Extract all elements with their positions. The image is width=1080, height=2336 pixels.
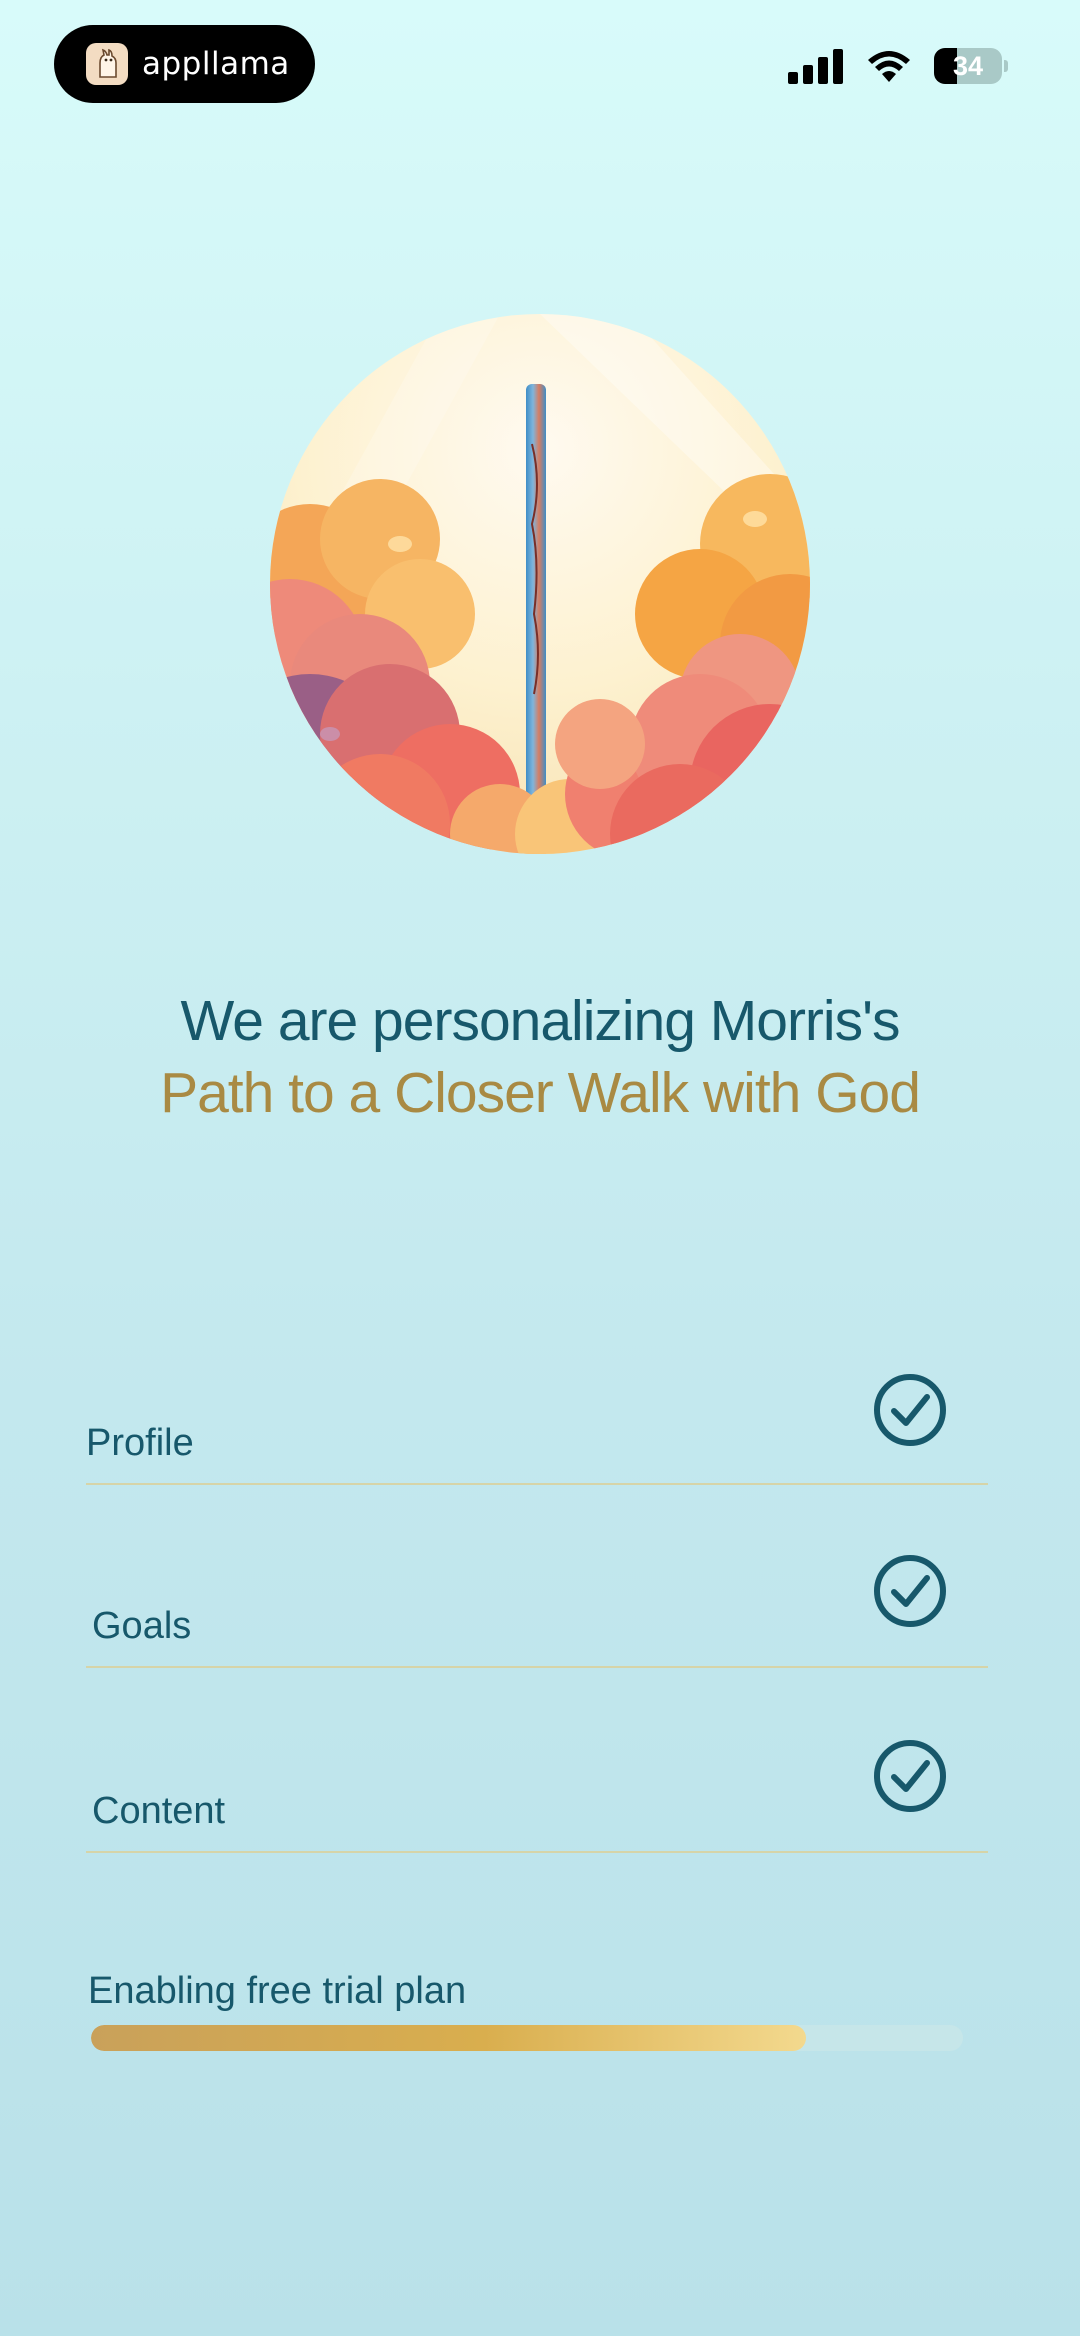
checklist-label: Goals	[92, 1605, 192, 1647]
llama-logo-icon	[86, 43, 128, 85]
progress-label: Enabling free trial plan	[88, 1970, 467, 2012]
checklist-label: Content	[92, 1790, 226, 1832]
title-line-2: Path to a Closer Walk with God	[160, 1061, 921, 1125]
status-icons: 34	[788, 48, 1008, 84]
hero-illustration	[270, 314, 810, 854]
app-badge-label: appllama	[142, 46, 290, 82]
checklist-item-profile: Profile	[86, 1374, 988, 1485]
app-badge[interactable]: appllama	[54, 25, 315, 103]
sky-clouds-illustration	[270, 314, 810, 854]
title-line-1: We are personalizing Morris's	[180, 989, 901, 1053]
wifi-icon	[868, 51, 910, 82]
battery-nub	[1004, 60, 1008, 72]
check-circle-icon	[874, 1555, 946, 1627]
cellular-signal-icon	[788, 49, 843, 84]
progress-bar	[91, 2025, 963, 2051]
check-circle-icon	[874, 1740, 946, 1812]
progress-bar-fill	[91, 2025, 807, 2051]
checklist-label: Profile	[86, 1422, 194, 1464]
page-title: We are personalizing Morris's Path to a …	[0, 985, 1080, 1129]
checklist-item-content: Content	[86, 1740, 988, 1853]
battery-percent: 34	[952, 50, 984, 81]
check-circle-icon	[874, 1374, 946, 1446]
checklist-item-goals: Goals	[86, 1555, 988, 1668]
battery-icon: 34	[934, 48, 1002, 84]
